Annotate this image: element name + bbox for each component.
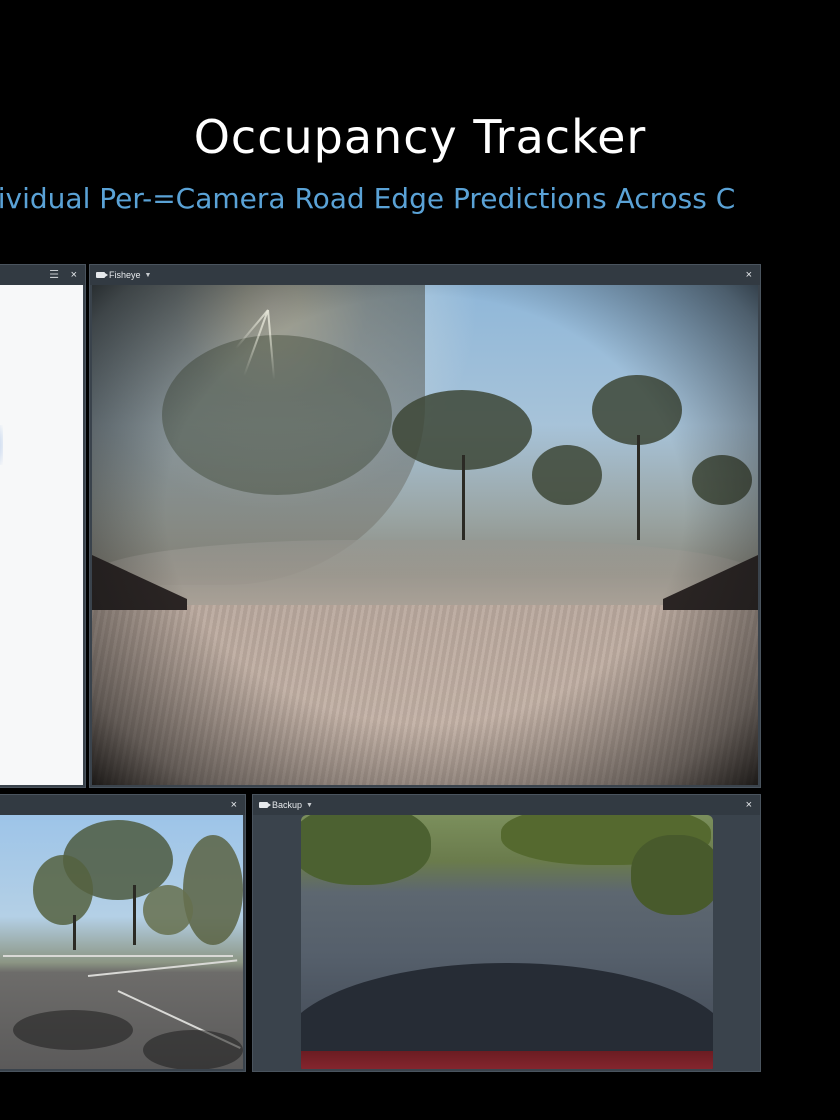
fisheye-vignette [92,285,758,785]
fisheye-panel-title[interactable]: Fisheye [109,270,141,280]
foliage [301,815,431,885]
tree [143,885,193,935]
topview-panel: ☰ × [0,264,86,788]
tree-shadow [13,1010,133,1050]
camera-icon [96,272,108,278]
fisheye-close-button[interactable]: × [746,268,752,282]
parking-line [3,955,233,957]
tree [183,835,243,945]
topview-canvas[interactable] [0,285,83,785]
side-close-button[interactable]: × [231,798,237,812]
backup-panel: Backup ▼ × [252,794,761,1072]
backup-panel-header: Backup ▼ × [253,795,760,815]
vehicle-bumper [301,1051,713,1069]
fisheye-panel: Fisheye ▼ × [89,264,761,788]
side-camera-panel: × [0,794,246,1072]
prediction-smudge [0,425,3,465]
layers-icon[interactable]: ☰ [49,268,59,282]
topview-panel-header: ☰ × [0,265,85,285]
tree-trunk [73,915,76,950]
topview-close-button[interactable]: × [71,268,77,282]
slide: Occupancy Tracker dividual Per-=Camera R… [0,0,840,1120]
tree-shadow [143,1030,243,1069]
foliage [631,835,713,915]
chevron-down-icon[interactable]: ▼ [145,272,152,279]
backup-panel-title[interactable]: Backup [272,800,302,810]
backup-camera-frame [301,815,713,1069]
side-camera-view [0,815,243,1069]
backup-camera-view [255,815,758,1069]
tree-trunk [133,885,136,945]
slide-subtitle: dividual Per-=Camera Road Edge Predictio… [0,182,736,215]
fisheye-camera-view [92,285,758,785]
fisheye-panel-header: Fisheye ▼ × [90,265,760,285]
slide-title: Occupancy Tracker [193,110,647,164]
camera-icon [259,802,271,808]
backup-close-button[interactable]: × [746,798,752,812]
parking-line [87,959,238,977]
tree [33,855,93,925]
side-panel-header: × [0,795,245,815]
chevron-down-icon[interactable]: ▼ [306,802,313,809]
